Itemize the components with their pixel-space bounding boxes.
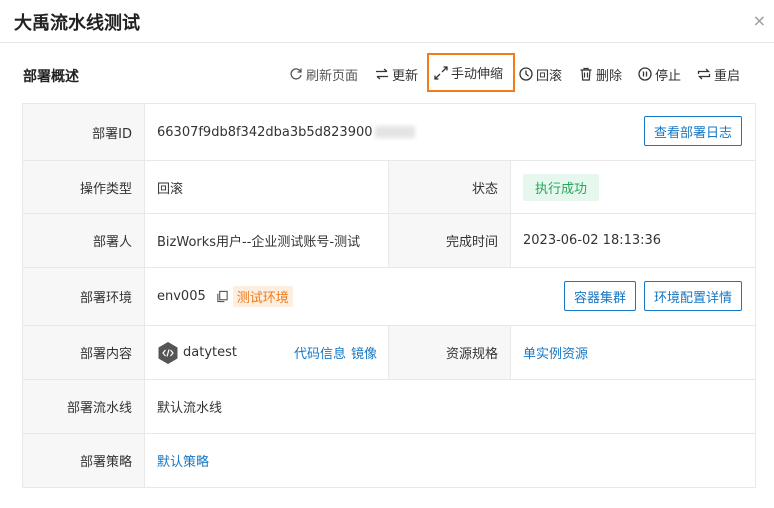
update-button[interactable]: 更新 [375, 63, 418, 85]
strategy-label: 部署策略 [23, 434, 145, 487]
view-deploy-log-button[interactable]: 查看部署日志 [644, 116, 742, 146]
env-value: env005 测试环境 容器集群 环境配置详情 [145, 268, 755, 325]
stop-button[interactable]: 停止 [638, 63, 681, 85]
update-label: 更新 [392, 68, 419, 84]
resource-spec-link[interactable]: 单实例资源 [523, 343, 588, 362]
content-label: 部署内容 [23, 326, 145, 379]
container-cluster-button[interactable]: 容器集群 [564, 281, 636, 311]
deployer-label: 部署人 [23, 214, 145, 267]
refresh-label: 刷新页面 [306, 68, 359, 84]
status-value: 执行成功 [511, 161, 755, 213]
deploy-id-value: 66307f9db8f342dba3b5d823900 查看部署日志 [145, 104, 755, 160]
strategy-value: 默认策略 [145, 434, 755, 487]
refresh-button[interactable]: 刷新页面 [289, 63, 358, 85]
row-deploy-id: 部署ID 66307f9db8f342dba3b5d823900 查看部署日志 [23, 104, 755, 161]
restart-icon [697, 68, 711, 80]
code-info-link[interactable]: 代码信息 [294, 343, 346, 362]
env-config-detail-button[interactable]: 环境配置详情 [644, 281, 742, 311]
restart-button[interactable]: 重启 [697, 63, 740, 85]
delete-label: 删除 [596, 68, 623, 84]
manual-scale-label: 手动伸缩 [451, 67, 504, 82]
deploy-overview-table: 部署ID 66307f9db8f342dba3b5d823900 查看部署日志 … [22, 103, 756, 488]
deploy-id-label: 部署ID [23, 104, 145, 160]
copy-icon[interactable] [216, 290, 229, 303]
content-value: datytest 代码信息 镜像 [145, 326, 389, 379]
manual-scale-button[interactable]: 手动伸缩 [427, 53, 515, 92]
row-strategy: 部署策略 默认策略 [23, 434, 755, 487]
row-deployer: 部署人 BizWorks用户--企业测试账号-测试 完成时间 2023-06-0… [23, 214, 755, 268]
app-name: datytest [183, 345, 237, 360]
row-pipeline: 部署流水线 默认流水线 [23, 380, 755, 434]
row-op-type: 操作类型 回滚 状态 执行成功 [23, 161, 755, 214]
dialog-title: 大禹流水线测试 [14, 13, 140, 34]
pipeline-label: 部署流水线 [23, 380, 145, 433]
env-tag: 测试环境 [232, 286, 293, 307]
env-label: 部署环境 [23, 268, 145, 325]
image-link[interactable]: 镜像 [351, 343, 377, 362]
section-title: 部署概述 [23, 69, 79, 85]
status-label: 状态 [389, 161, 511, 213]
code-app-icon [158, 341, 178, 364]
row-content: 部署内容 datytest 代码信息 镜像 资源规格 单实例资源 [23, 326, 755, 380]
finish-time-label: 完成时间 [389, 214, 511, 267]
pipeline-value: 默认流水线 [157, 401, 223, 416]
deployer-value: BizWorks用户--企业测试账号-测试 [145, 214, 389, 267]
close-icon[interactable]: × [753, 11, 766, 30]
delete-button[interactable]: 删除 [579, 63, 622, 85]
row-env: 部署环境 env005 测试环境 容器集群 环境配置详情 [23, 268, 755, 326]
pause-icon [638, 67, 652, 81]
swap-icon [376, 68, 388, 80]
strategy-link[interactable]: 默认策略 [157, 451, 209, 470]
rollback-label: 回滚 [536, 68, 563, 84]
expand-icon [434, 65, 448, 80]
op-type-label: 操作类型 [23, 161, 145, 213]
env-name: env005 [157, 289, 206, 304]
clock-icon [519, 67, 533, 81]
redacted-block [374, 126, 415, 138]
restart-label: 重启 [714, 68, 741, 84]
finish-time-value: 2023-06-02 18:13:36 [523, 233, 662, 248]
status-badge: 执行成功 [523, 173, 600, 201]
trash-icon [580, 67, 592, 81]
deploy-id-text: 66307f9db8f342dba3b5d823900 [157, 124, 373, 140]
refresh-icon [290, 68, 302, 80]
rollback-button[interactable]: 回滚 [519, 63, 562, 85]
resource-label: 资源规格 [389, 326, 511, 379]
op-type-value: 回滚 [145, 161, 389, 213]
stop-label: 停止 [655, 68, 682, 84]
divider [0, 42, 774, 43]
resource-value: 单实例资源 [511, 326, 755, 379]
